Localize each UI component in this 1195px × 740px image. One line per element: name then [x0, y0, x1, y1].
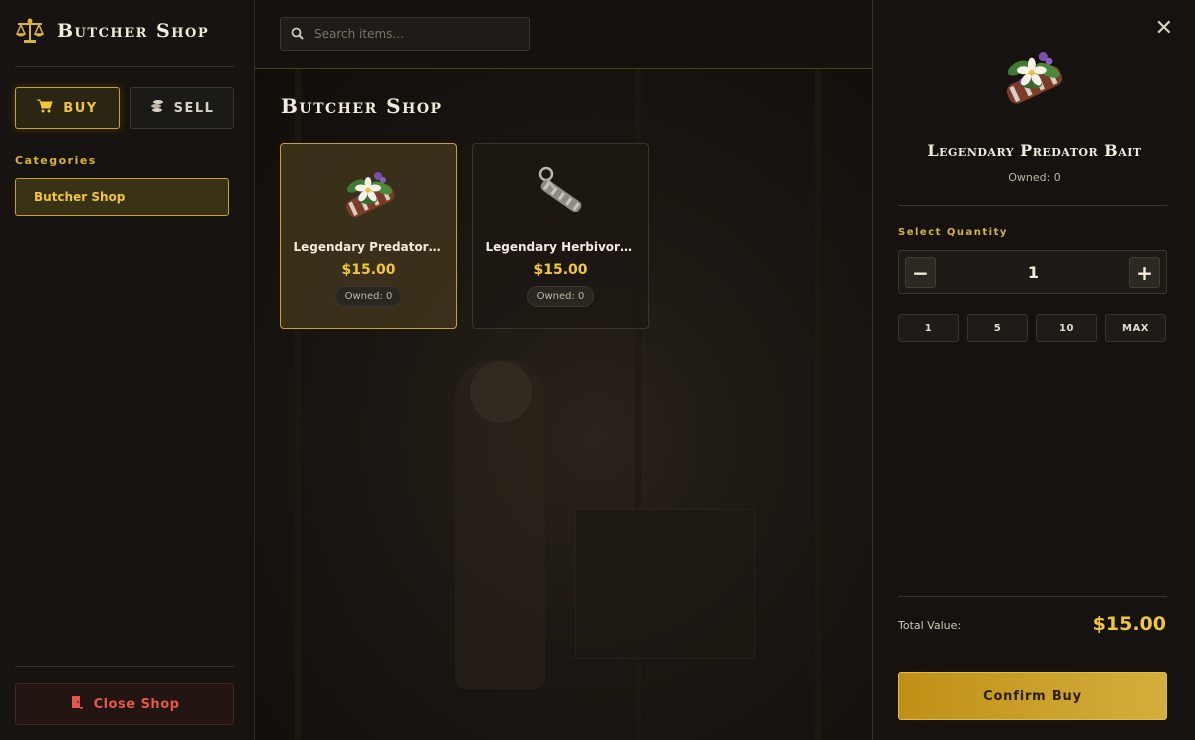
quantity-preset-10[interactable]: 10	[1036, 314, 1097, 342]
quantity-preset-5[interactable]: 5	[967, 314, 1028, 342]
owned-badge: Owned: 0	[526, 286, 595, 307]
brand: Butcher Shop	[15, 18, 209, 44]
predator-bait-icon	[334, 158, 404, 228]
buy-tab[interactable]: BUY	[15, 87, 120, 129]
detail-item-name: Legendary Predator Bait	[927, 141, 1142, 160]
cart-icon	[37, 99, 53, 117]
close-icon[interactable]: ✕	[1155, 18, 1173, 40]
category-label: Butcher Shop	[34, 190, 126, 204]
close-shop-label: Close Shop	[93, 696, 180, 712]
sell-tab[interactable]: SELL	[130, 87, 234, 129]
predator-bait-icon	[989, 36, 1077, 116]
quantity-label: Select Quantity	[898, 227, 1008, 238]
shop-title: Butcher Shop	[57, 20, 210, 42]
owned-badge: Owned: 0	[334, 286, 403, 307]
scale-icon	[15, 18, 45, 44]
coins-icon	[150, 99, 164, 117]
total-value: $15.00	[1092, 613, 1166, 635]
detail-owned: Owned: 0	[1008, 171, 1061, 184]
quantity-preset-1[interactable]: 1	[898, 314, 959, 342]
divider	[15, 666, 234, 667]
increase-quantity-button[interactable]: +	[1129, 257, 1160, 288]
search-box[interactable]	[280, 17, 530, 51]
confirm-buy-label: Confirm Buy	[983, 688, 1082, 704]
item-card[interactable]: Legendary Predator B... $15.00 Owned: 0	[280, 143, 457, 329]
divider	[898, 205, 1167, 206]
total-label: Total Value:	[898, 619, 962, 632]
section-title: Butcher Shop	[281, 94, 443, 118]
quantity-preset-max[interactable]: MAX	[1105, 314, 1166, 342]
sidebar: Butcher Shop BUY SELL Categories Butcher…	[0, 0, 255, 740]
item-card[interactable]: Legendary Herbivore ... $15.00 Owned: 0	[472, 143, 649, 329]
decrease-quantity-button[interactable]: −	[905, 257, 936, 288]
search-input[interactable]	[314, 27, 514, 41]
close-shop-button[interactable]: Close Shop	[15, 683, 234, 725]
categories-label: Categories	[15, 154, 97, 167]
buy-tab-label: BUY	[63, 100, 98, 116]
divider	[898, 596, 1167, 597]
item-name: Legendary Predator B...	[293, 240, 444, 254]
item-name: Legendary Herbivore ...	[485, 240, 636, 254]
door-icon	[70, 695, 84, 713]
quantity-stepper: 1 − +	[898, 250, 1167, 294]
quantity-value[interactable]: 1	[899, 251, 1168, 293]
confirm-buy-button[interactable]: Confirm Buy	[898, 672, 1167, 720]
search-icon	[291, 25, 304, 44]
item-detail-panel: ✕ Legendary Predator Bait Owned: 0 Selec…	[872, 0, 1195, 740]
sell-tab-label: SELL	[173, 100, 215, 116]
category-item-butcher-shop[interactable]: Butcher Shop	[15, 178, 229, 216]
item-price: $15.00	[341, 262, 396, 278]
herbivore-bait-icon	[526, 158, 596, 228]
divider	[15, 66, 234, 67]
item-price: $15.00	[533, 262, 588, 278]
top-bar	[255, 0, 872, 69]
